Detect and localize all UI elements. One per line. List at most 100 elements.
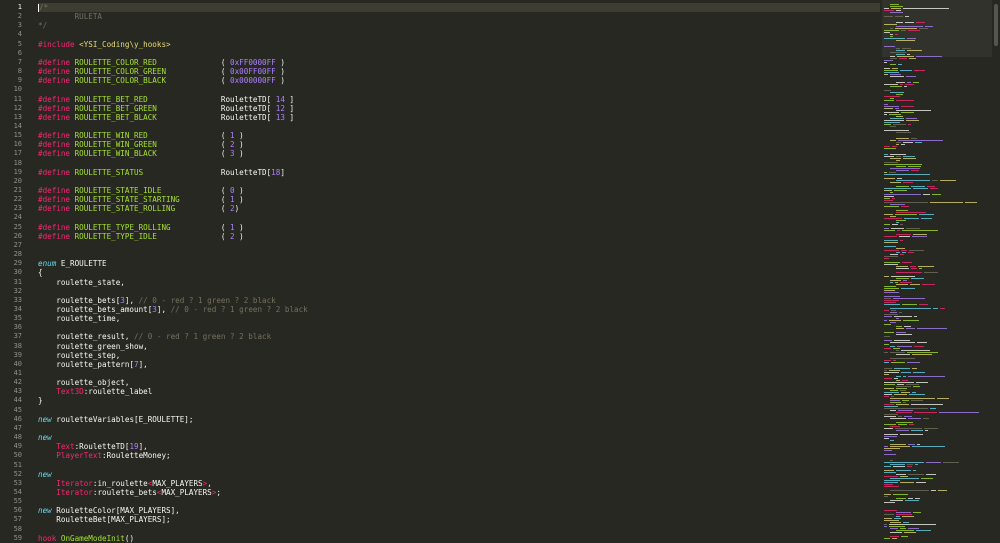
line-number: 9	[17, 76, 22, 85]
code-line[interactable]: #define ROULETTE_TYPE_IDLE ( 2 )	[38, 232, 244, 241]
code-line[interactable]: roulette_green_show,	[38, 342, 147, 351]
code-token: ROULETTE_TYPE_IDLE	[74, 231, 157, 241]
code-line[interactable]: Text3D:roulette_label	[38, 387, 152, 396]
minimap-line	[890, 58, 897, 59]
code-line[interactable]: #include <YSI_Coding\y_hooks>	[38, 40, 171, 49]
minimap-line	[884, 520, 899, 521]
minimap-line	[884, 172, 887, 173]
code-token: RouletteTD[	[147, 94, 276, 104]
minimap-line	[884, 438, 889, 439]
code-line[interactable]: roulette_time,	[38, 314, 120, 323]
code-line[interactable]: #define ROULETTE_COLOR_RED ( 0xFF0000FF …	[38, 58, 285, 67]
code-line[interactable]: roulette_state,	[38, 278, 125, 287]
code-line[interactable]: enum E_ROULETTE	[38, 259, 107, 268]
vertical-scrollbar[interactable]	[992, 0, 1000, 543]
minimap-line	[884, 510, 897, 511]
code-line[interactable]: RouletteBet[MAX_PLAYERS];	[38, 515, 170, 524]
code-line[interactable]: roulette_bets[3], // 0 - red ? 1 green ?…	[38, 296, 275, 305]
minimap-line	[896, 220, 906, 221]
minimap-line	[906, 76, 916, 77]
code-token: ROULETTE_STATE_IDLE	[74, 186, 162, 195]
minimap-line	[896, 180, 930, 181]
code-area[interactable]: /* RULETA */ #include <YSI_Coding\y_hooks>…	[30, 0, 880, 543]
minimap-line	[896, 234, 911, 235]
code-line[interactable]: RULETA	[38, 12, 102, 21]
code-line[interactable]: #define ROULETTE_STATUS RouletteTD[18]	[38, 168, 285, 177]
minimap-line	[889, 114, 901, 115]
minimap-line	[911, 268, 917, 269]
minimap-line	[884, 62, 887, 63]
code-line[interactable]: roulette_pattern[7],	[38, 360, 147, 369]
code-line[interactable]: Iterator:in_roulette<MAX_PLAYERS>,	[38, 479, 212, 488]
code-token: RouletteTD[	[143, 167, 272, 177]
line-number: 2	[17, 12, 22, 21]
minimap-line	[891, 362, 905, 363]
code-line[interactable]: new rouletteVariables[E_ROULETTE];	[38, 415, 193, 424]
code-line[interactable]: hook OnGameModeInit()	[38, 534, 134, 543]
minimap-line	[896, 110, 931, 111]
line-number: 12	[13, 103, 22, 112]
code-line[interactable]: #define ROULETTE_WIN_GREEN ( 2 )	[38, 140, 244, 149]
minimap-line	[911, 400, 923, 401]
code-line[interactable]: roulette_object,	[38, 378, 129, 387]
code-line[interactable]: roulette_step,	[38, 351, 120, 360]
code-line[interactable]: #define ROULETTE_BET_BLACK RouletteTD[ 1…	[38, 113, 294, 122]
scrollbar-thumb[interactable]	[994, 4, 998, 46]
code-line[interactable]: new	[38, 433, 52, 442]
code-line[interactable]: {	[38, 268, 43, 277]
minimap-line	[896, 186, 909, 187]
minimap-line	[917, 342, 927, 343]
code-line[interactable]: /*	[38, 3, 880, 13]
code-line[interactable]: #define ROULETTE_COLOR_BLACK ( 0x000000F…	[38, 76, 285, 85]
minimap-line	[900, 224, 903, 225]
minimap-line	[889, 526, 905, 527]
minimap-line	[896, 388, 907, 389]
code-token: new	[38, 414, 52, 424]
minimap-line	[884, 288, 899, 289]
minimap-line	[890, 158, 901, 159]
code-token: (	[156, 140, 231, 150]
code-line[interactable]: Text:RouletteTD[19],	[38, 442, 147, 451]
code-line[interactable]: PlayerText:RouletteMoney;	[38, 451, 170, 460]
code-token: )	[234, 131, 244, 141]
code-line[interactable]: #define ROULETTE_WIN_BLACK ( 3 )	[38, 149, 244, 158]
code-line[interactable]: #define ROULETTE_WIN_RED ( 1 )	[38, 131, 244, 140]
minimap-line	[896, 354, 910, 355]
code-line[interactable]: #define ROULETTE_STATE_STARTING ( 1 )	[38, 195, 244, 204]
minimap[interactable]	[882, 0, 992, 543]
line-number: 25	[13, 222, 22, 231]
minimap-line	[889, 524, 936, 525]
line-number: 44	[13, 396, 22, 405]
minimap-line	[913, 386, 920, 387]
code-line[interactable]: */	[38, 21, 47, 30]
code-token: ,	[207, 478, 212, 488]
code-token: (	[179, 195, 231, 205]
minimap-line	[890, 444, 906, 445]
code-line[interactable]: #define ROULETTE_STATE_IDLE ( 0 )	[38, 186, 244, 195]
code-line[interactable]: #define ROULETTE_BET_GREEN RouletteTD[ 1…	[38, 104, 294, 113]
code-line[interactable]: #define ROULETTE_STATE_ROLLING ( 2)	[38, 204, 239, 213]
code-line[interactable]: roulette_bets_amount[3], // 0 - red ? 1 …	[38, 305, 307, 314]
code-line[interactable]: #define ROULETTE_BET_RED RouletteTD[ 14 …	[38, 95, 294, 104]
code-line[interactable]: new RouletteColor[MAX_PLAYERS],	[38, 506, 180, 515]
minimap-line	[884, 336, 890, 337]
line-number: 48	[13, 433, 22, 442]
minimap-line	[884, 518, 892, 519]
minimap-line	[884, 276, 889, 277]
code-line[interactable]: new	[38, 470, 52, 479]
code-line[interactable]: }	[38, 396, 43, 405]
minimap-line	[884, 120, 904, 121]
code-line[interactable]: #define ROULETTE_TYPE_ROLLING ( 1 )	[38, 223, 244, 232]
minimap-line	[890, 400, 900, 401]
minimap-line	[894, 368, 910, 369]
code-editor[interactable]: 1 2 3 4 5 6 7 8 9 10 11 12 13 14 15 16 17 18 19 20 21 22 23 24 2…	[0, 0, 880, 543]
minimap-line	[890, 522, 901, 523]
code-line[interactable]: roulette_result, // 0 - red ? 1 green ? …	[38, 332, 271, 341]
minimap-line	[907, 466, 912, 467]
minimap-line	[884, 470, 894, 471]
code-token: #define	[38, 131, 75, 141]
code-line[interactable]: #define ROULETTE_COLOR_GREEN ( 0x00FF00F…	[38, 67, 285, 76]
code-token: (	[166, 67, 231, 77]
minimap-line	[921, 218, 932, 219]
code-line[interactable]: Iterator:roulette_bets<MAX_PLAYERS>;	[38, 488, 221, 497]
